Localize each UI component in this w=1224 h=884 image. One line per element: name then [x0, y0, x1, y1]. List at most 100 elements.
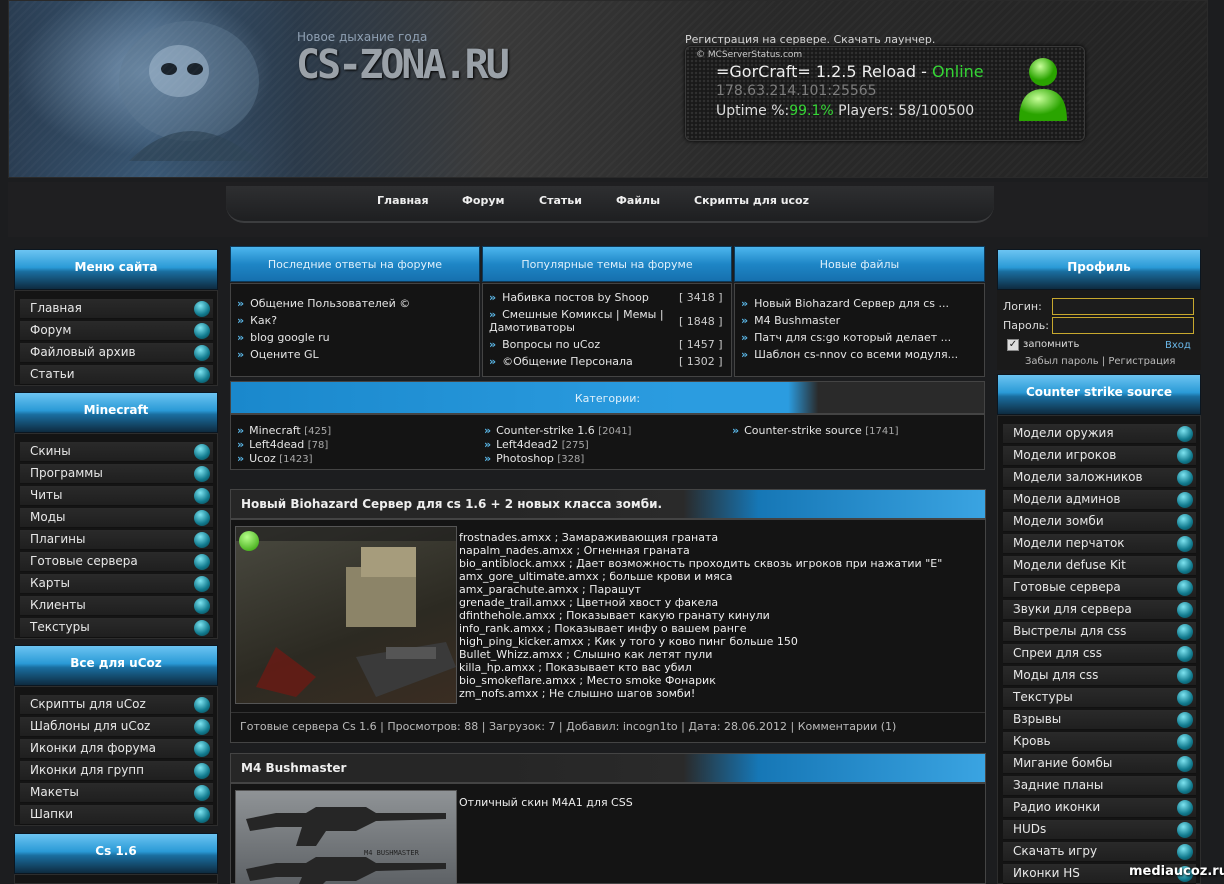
css-item[interactable]: Модели перчаток: [1003, 534, 1196, 554]
new-file-item[interactable]: M4 Bushmaster: [741, 314, 840, 327]
login-input[interactable]: [1052, 298, 1194, 315]
players-count: Players: 58/100500: [838, 103, 975, 119]
nav-files[interactable]: Файлы: [616, 194, 660, 207]
remember-checkbox[interactable]: ✓: [1007, 339, 1019, 351]
login-button[interactable]: Вход: [1165, 340, 1191, 351]
forum-recent-item[interactable]: Оцените GL: [237, 348, 319, 361]
menu-item-home[interactable]: Главная: [20, 299, 213, 319]
post-line: high_ping_kicker.amxx ; Кик у того у ков…: [459, 635, 798, 648]
cs16-title: Cs 1.6: [14, 833, 218, 874]
password-input[interactable]: [1052, 317, 1194, 334]
ucoz-item-group-icons[interactable]: Иконки для групп: [20, 761, 213, 781]
minecraft-item-cheats[interactable]: Читы: [20, 486, 213, 506]
ucoz-item-layouts[interactable]: Макеты: [20, 783, 213, 803]
post-line: bio_antiblock.amxx ; Дает возможность пр…: [459, 557, 943, 570]
server-name: =GorCraft= 1.2.5 Reload - Online: [716, 62, 984, 81]
post-line: amx_parachute.amxx ; Парашут: [459, 583, 641, 596]
minecraft-item-textures[interactable]: Текстуры: [20, 618, 213, 638]
css-item[interactable]: Мигание бомбы: [1003, 754, 1196, 774]
forum-recent-item[interactable]: blog google ru: [237, 331, 330, 344]
ucoz-item-forum-icons[interactable]: Иконки для форума: [20, 739, 213, 759]
minecraft-item-plugins[interactable]: Плагины: [20, 530, 213, 550]
new-file-item[interactable]: Новый Biohazard Сервер для cs ...: [741, 297, 949, 310]
menu-item-articles[interactable]: Статьи: [20, 365, 213, 385]
css-item[interactable]: Модели defuse Kit: [1003, 556, 1196, 576]
server-status: Online: [932, 62, 984, 81]
register-download-link[interactable]: Регистрация на сервере. Скачать лаунчер.: [685, 33, 935, 46]
post-line: dfinthehole.amxx ; Показывает какую гран…: [459, 609, 770, 622]
forum-popular-item-cont[interactable]: Дамотиваторы: [489, 321, 575, 334]
forum-recent-item[interactable]: Как?: [237, 314, 277, 327]
minecraft-item-clients[interactable]: Клиенты: [20, 596, 213, 616]
post-screenshot[interactable]: [235, 526, 457, 704]
user-online-icon: [1019, 58, 1067, 121]
new-file-item[interactable]: Шаблон cs-nnov со всеми модуля...: [741, 348, 958, 361]
nav-home[interactable]: Главная: [377, 194, 429, 207]
css-menu: Модели оружия Модели игроков Модели зало…: [997, 415, 1201, 884]
post-line: bio_smokeflare.amxx ; Место smoke Фонари…: [459, 674, 716, 687]
minecraft-item-servers[interactable]: Готовые сервера: [20, 552, 213, 572]
post-line: frostnades.amxx ; Замараживающия граната: [459, 531, 719, 544]
menu-item-file-archive[interactable]: Файловый архив: [20, 343, 213, 363]
css-item[interactable]: Модели админов: [1003, 490, 1196, 510]
css-item[interactable]: Кровь: [1003, 732, 1196, 752]
post-screenshot[interactable]: M4 BUSHMASTER: [235, 790, 457, 884]
minecraft-item-programs[interactable]: Программы: [20, 464, 213, 484]
css-item[interactable]: Готовые сервера: [1003, 578, 1196, 598]
minecraft-title: Minecraft: [14, 392, 218, 433]
minecraft-item-skins[interactable]: Скины: [20, 442, 213, 462]
css-item[interactable]: HUDs: [1003, 820, 1196, 840]
css-item[interactable]: Моды для css: [1003, 666, 1196, 686]
category-cs16[interactable]: Counter-strike 1.6 [2041]: [484, 424, 631, 437]
css-item[interactable]: Задние планы: [1003, 776, 1196, 796]
ucoz-title: Все для uCoz: [14, 645, 218, 686]
css-item[interactable]: Скачать игру: [1003, 842, 1196, 862]
category-minecraft[interactable]: Minecraft [425]: [237, 424, 331, 437]
nav-forum[interactable]: Форум: [462, 194, 505, 207]
ucoz-item-scripts[interactable]: Скрипты для uCoz: [20, 695, 213, 715]
category-ucoz[interactable]: Ucoz [1423]: [237, 452, 312, 465]
register-link[interactable]: Регистрация: [1108, 356, 1175, 367]
forum-popular-count: [ 1302 ]: [679, 355, 723, 368]
minecraft-item-maps[interactable]: Карты: [20, 574, 213, 594]
forum-popular-count: [ 1848 ]: [679, 315, 723, 328]
forum-popular-item[interactable]: Набивка постов by Shoop: [489, 291, 649, 304]
forum-popular-item[interactable]: Вопросы по uCoz: [489, 338, 600, 351]
css-item[interactable]: Модели зомби: [1003, 512, 1196, 532]
css-item[interactable]: Звуки для сервера: [1003, 600, 1196, 620]
minecraft-item-mods[interactable]: Моды: [20, 508, 213, 528]
forgot-password-link[interactable]: Забыл пароль: [1025, 356, 1099, 367]
menu-item-forum[interactable]: Форум: [20, 321, 213, 341]
ucoz-menu: Скрипты для uCoz Шаблоны для uCoz Иконки…: [14, 686, 218, 826]
forum-recent-box: Общение Пользователей © Как? blog google…: [230, 283, 480, 377]
forum-popular-item[interactable]: ©Общение Персонала: [489, 355, 633, 368]
auth-links: Забыл пароль | Регистрация: [1025, 356, 1176, 367]
post-line: Отличный скин M4A1 для CSS: [459, 796, 633, 809]
uptime-value: 99.1%: [789, 103, 834, 119]
forum-popular-item[interactable]: Смешные Комиксы | Мемы |: [489, 308, 663, 321]
ucoz-item-headers[interactable]: Шапки: [20, 805, 213, 825]
nav-ucoz-scripts[interactable]: Скрипты для ucoz: [694, 194, 809, 207]
category-css[interactable]: Counter-strike source [1741]: [732, 424, 898, 437]
site-logo[interactable]: CS-ZONA.RU: [296, 42, 510, 88]
css-item[interactable]: Текстуры: [1003, 688, 1196, 708]
nav-articles[interactable]: Статьи: [539, 194, 582, 207]
css-item[interactable]: Радио иконки: [1003, 798, 1196, 818]
category-left4dead[interactable]: Left4dead [78]: [237, 438, 328, 451]
server-status-widget[interactable]: © MCServerStatus.com =GorCraft= 1.2.5 Re…: [685, 46, 1085, 141]
new-file-item[interactable]: Патч для cs:go который делает ...: [741, 331, 951, 344]
css-item[interactable]: Модели оружия: [1003, 424, 1196, 444]
css-item[interactable]: Взрывы: [1003, 710, 1196, 730]
post-title[interactable]: Новый Biohazard Сервер для cs 1.6 + 2 но…: [230, 489, 986, 519]
category-photoshop[interactable]: Photoshop [328]: [484, 452, 584, 465]
category-left4dead2[interactable]: Left4dead2 [275]: [484, 438, 589, 451]
ucoz-item-templates[interactable]: Шаблоны для uCoz: [20, 717, 213, 737]
forum-recent-item[interactable]: Общение Пользователей ©: [237, 297, 410, 310]
css-title: Counter strike source: [997, 374, 1201, 415]
server-ip: 178.63.214.101:25565: [716, 83, 877, 99]
css-item[interactable]: Спреи для css: [1003, 644, 1196, 664]
css-item[interactable]: Модели заложников: [1003, 468, 1196, 488]
post-title[interactable]: M4 Bushmaster: [230, 753, 986, 783]
css-item[interactable]: Выстрелы для css: [1003, 622, 1196, 642]
css-item[interactable]: Модели игроков: [1003, 446, 1196, 466]
